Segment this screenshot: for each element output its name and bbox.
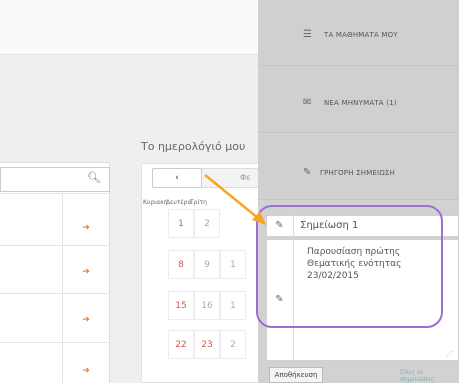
calendar-day[interactable]: 1 xyxy=(168,209,194,238)
enter-course-icon[interactable]: ➜ xyxy=(80,266,92,278)
pointer-arrow-icon xyxy=(204,174,266,225)
menu-item-label: ΝΕΑ ΜΗΝΥΜΑΤΑ (1) xyxy=(324,99,397,107)
menu-item-quick-note[interactable] xyxy=(258,134,459,200)
pencil-icon: ✎ xyxy=(266,215,294,237)
top-bar xyxy=(0,0,260,55)
menu-item-label: ΓΡΗΓΟΡΗ ΣΗΜΕΙΩΣΗ xyxy=(320,169,395,177)
calendar-day[interactable]: 1 xyxy=(220,250,246,279)
table-row-divider xyxy=(0,342,110,343)
envelope-icon: ✉ xyxy=(303,97,312,108)
table-row-divider xyxy=(0,245,110,246)
course-list-panel xyxy=(0,162,110,383)
calendar-day[interactable]: 23 xyxy=(194,330,220,359)
table-row-divider xyxy=(0,193,110,194)
calendar-day[interactable]: 9 xyxy=(194,250,220,279)
search-icon[interactable]: 🔍︎ xyxy=(87,171,101,185)
day-name: Κυριακή xyxy=(143,199,168,206)
calendar-day[interactable]: 2 xyxy=(220,330,246,359)
calendar-day[interactable]: 22 xyxy=(168,330,194,359)
menu-item-label: ΤΑ ΜΑΘΗΜΑΤΑ ΜΟΥ xyxy=(324,31,398,39)
calendar-prev-button[interactable]: ‹ xyxy=(152,168,202,188)
note-title-field[interactable] xyxy=(266,215,459,237)
note-body-value: Παρουσίαση πρώτης Θεματικής ενότητας 23/… xyxy=(307,247,402,281)
enter-course-icon[interactable]: ➜ xyxy=(80,222,92,234)
calendar-day[interactable]: 1 xyxy=(220,291,246,320)
pencil-icon: ✎ xyxy=(266,239,294,361)
calendar-day[interactable]: 15 xyxy=(168,291,194,320)
save-button[interactable]: Αποθήκευση xyxy=(269,367,323,383)
note-title-value: Σημείωση 1 xyxy=(300,220,359,231)
calendar-day[interactable]: 16 xyxy=(194,291,220,320)
all-notes-link[interactable]: Όλες οι σημειώσεις xyxy=(400,369,459,383)
list-icon: ☰ xyxy=(303,29,312,40)
table-row-divider xyxy=(0,293,110,294)
enter-course-icon[interactable]: ➜ xyxy=(80,365,92,377)
resize-grip-icon[interactable]: ⋰ xyxy=(446,350,454,358)
calendar-title: Το ημερολόγιό μου xyxy=(141,140,246,153)
calendar-day[interactable]: 8 xyxy=(168,250,194,279)
day-name: Δευτέρα xyxy=(166,199,192,206)
enter-course-icon[interactable]: ➜ xyxy=(80,314,92,326)
column-divider xyxy=(62,193,63,383)
pencil-icon: ✎ xyxy=(303,167,312,178)
